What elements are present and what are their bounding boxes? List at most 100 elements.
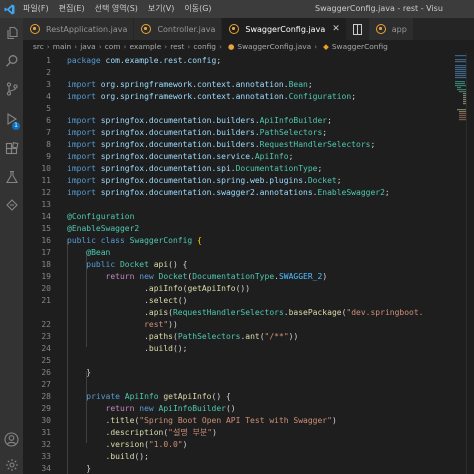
menu-edit[interactable]: 편집(E) (54, 0, 90, 18)
chevron-right-icon: › (46, 42, 50, 51)
tab-app[interactable]: app (368, 18, 414, 40)
remote-icon[interactable] (0, 194, 23, 216)
code-editor[interactable]: 1 package com.example.rest.config; 2 3 impor… (23, 53, 474, 474)
run-debug-icon[interactable]: 1 (0, 108, 23, 130)
code-text: .apiInfo(getApiInfo()) (67, 283, 250, 295)
code-line[interactable]: 25 (23, 355, 423, 367)
code-line[interactable]: 6 import springfox.documentation.builders… (23, 115, 423, 127)
code-line[interactable]: 32 .version("1.0.0") (23, 439, 423, 451)
breadcrumb-item[interactable]: main (53, 42, 71, 51)
code-line[interactable]: 23 .paths(PathSelectors.ant("/**")) (23, 331, 423, 343)
testing-icon[interactable] (0, 166, 23, 188)
code-token: Configuration (288, 92, 352, 101)
close-icon[interactable]: ✕ (332, 24, 340, 34)
tab-controller[interactable]: Controller.java (134, 18, 223, 40)
code-line[interactable]: 24 .build(); (23, 343, 423, 355)
code-line[interactable]: 28 private ApiInfo getApiInfo() { (23, 391, 423, 403)
chevron-right-icon: › (218, 42, 222, 51)
code-line[interactable]: .apis(RequestHandlerSelectors.basePackag… (23, 307, 423, 319)
tab-label: app (391, 24, 407, 34)
code-line[interactable]: 34 } (23, 463, 423, 474)
breadcrumb-item[interactable]: config (193, 42, 216, 51)
code-line[interactable]: 33 .build(); (23, 451, 423, 463)
breadcrumb-item[interactable]: rest (170, 42, 184, 51)
breadcrumb-item[interactable]: src (33, 42, 44, 51)
code-line[interactable]: 14 @Configuration (23, 211, 423, 223)
code-line[interactable]: 10 import springfox.documentation.spi.Doc… (23, 163, 423, 175)
code-text: import springfox.documentation.service.A… (67, 151, 293, 163)
code-token: "dev.springboot. (346, 308, 424, 317)
code-text: rest")) (67, 319, 178, 331)
breadcrumb: src › main › java › com › example › rest › con… (23, 40, 474, 53)
breadcrumb-item[interactable]: SwaggerConfig.java (237, 42, 311, 51)
line-number: 10 (41, 164, 51, 173)
search-icon[interactable] (0, 50, 23, 72)
breadcrumb-item[interactable]: java (80, 42, 96, 51)
code-line[interactable]: 30 .title("Spring Boot Open API Test wit… (23, 415, 423, 427)
code-line[interactable]: 17 @Bean (23, 247, 423, 259)
tab-restapplication[interactable]: RestApplication.java (23, 18, 135, 40)
breadcrumb-item[interactable]: com (105, 42, 121, 51)
code-line[interactable]: 22 rest")) (23, 319, 423, 331)
extensions-icon[interactable] (0, 138, 23, 160)
code-token: { (197, 236, 202, 245)
code-line[interactable]: 4 import org.springframework.context.anno… (23, 91, 423, 103)
code-line[interactable]: 11 import springfox.documentation.spring.… (23, 175, 423, 187)
code-line[interactable]: 2 (23, 67, 423, 79)
code-line[interactable]: 7 import springfox.documentation.builders… (23, 127, 423, 139)
code-line[interactable]: 13 (23, 199, 423, 211)
code-line[interactable]: 18 public Docket api() { (23, 259, 423, 271)
code-token: } (67, 368, 92, 377)
code-token: import (67, 128, 101, 137)
code-line[interactable]: 1 package com.example.rest.config; (23, 55, 423, 67)
code-token: import (67, 164, 101, 173)
menu-view[interactable]: 보기(V) (143, 0, 179, 18)
code-line[interactable]: 9 import springfox.documentation.service.… (23, 151, 423, 163)
code-line[interactable]: 5 (23, 103, 423, 115)
line-number: 30 (41, 416, 51, 425)
vertical-scrollbar[interactable] (466, 53, 474, 474)
breadcrumb-item[interactable]: example (129, 42, 161, 51)
source-control-icon[interactable] (0, 78, 23, 100)
code-line[interactable]: 3 import org.springframework.context.anno… (23, 79, 423, 91)
line-number: 3 (46, 80, 51, 89)
line-number: 34 (41, 464, 51, 473)
chevron-right-icon: › (164, 42, 168, 51)
code-text: @Bean (67, 247, 110, 259)
code-line[interactable]: 31 .description("설명 부분") (23, 427, 423, 439)
tab-swaggerconfig[interactable]: SwaggerConfig.java ✕ (222, 18, 347, 40)
code-token: ) (322, 272, 328, 281)
account-icon[interactable] (0, 428, 23, 450)
files-icon[interactable] (0, 22, 23, 44)
code-text: import springfox.documentation.spring.we… (67, 175, 342, 187)
code-line[interactable]: 27 (23, 379, 423, 391)
breadcrumb-item[interactable]: SwaggerConfig (332, 42, 388, 51)
code-token: (); (134, 452, 149, 461)
code-line[interactable]: 21 .select() (23, 295, 423, 307)
code-line[interactable]: 15 @EnableSwagger2 (23, 223, 423, 235)
code-line[interactable]: 26 } (23, 367, 423, 379)
code-text: import springfox.documentation.builders.… (67, 139, 375, 151)
line-number: 26 (41, 368, 51, 377)
settings-icon[interactable] (0, 454, 23, 474)
code-line[interactable]: 12 import springfox.documentation.swagger… (23, 187, 423, 199)
line-number: 17 (41, 248, 51, 257)
code-line[interactable]: 20 .apiInfo(getApiInfo()) (23, 283, 423, 295)
code-line[interactable]: 8 import springfox.documentation.builders… (23, 139, 423, 151)
code-line[interactable]: 16 public class SwaggerConfig { (23, 235, 423, 247)
code-token: . (67, 428, 111, 437)
split-editor-icon[interactable] (347, 18, 369, 40)
code-token: api (153, 260, 169, 269)
code-line[interactable]: 29 return new ApiInfoBuilder() (23, 403, 423, 415)
menu-file[interactable]: 파일(F) (18, 0, 54, 18)
code-token: SWAGGER_2 (278, 272, 323, 281)
code-token: "/**" (264, 332, 289, 341)
line-number: 29 (41, 404, 51, 413)
title-bar: 파일(F) 편집(E) 선택 영역(S) 보기(V) 이동(G) Swagger… (0, 0, 474, 18)
code-text: .paths(PathSelectors.ant("/**")) (67, 331, 298, 343)
code-line[interactable]: 19 return new Docket(DocumentationType.S… (23, 271, 423, 283)
menu-go[interactable]: 이동(G) (179, 0, 216, 18)
line-number: 15 (41, 224, 51, 233)
code-token: ; (288, 152, 294, 161)
menu-selection[interactable]: 선택 영역(S) (90, 0, 143, 18)
